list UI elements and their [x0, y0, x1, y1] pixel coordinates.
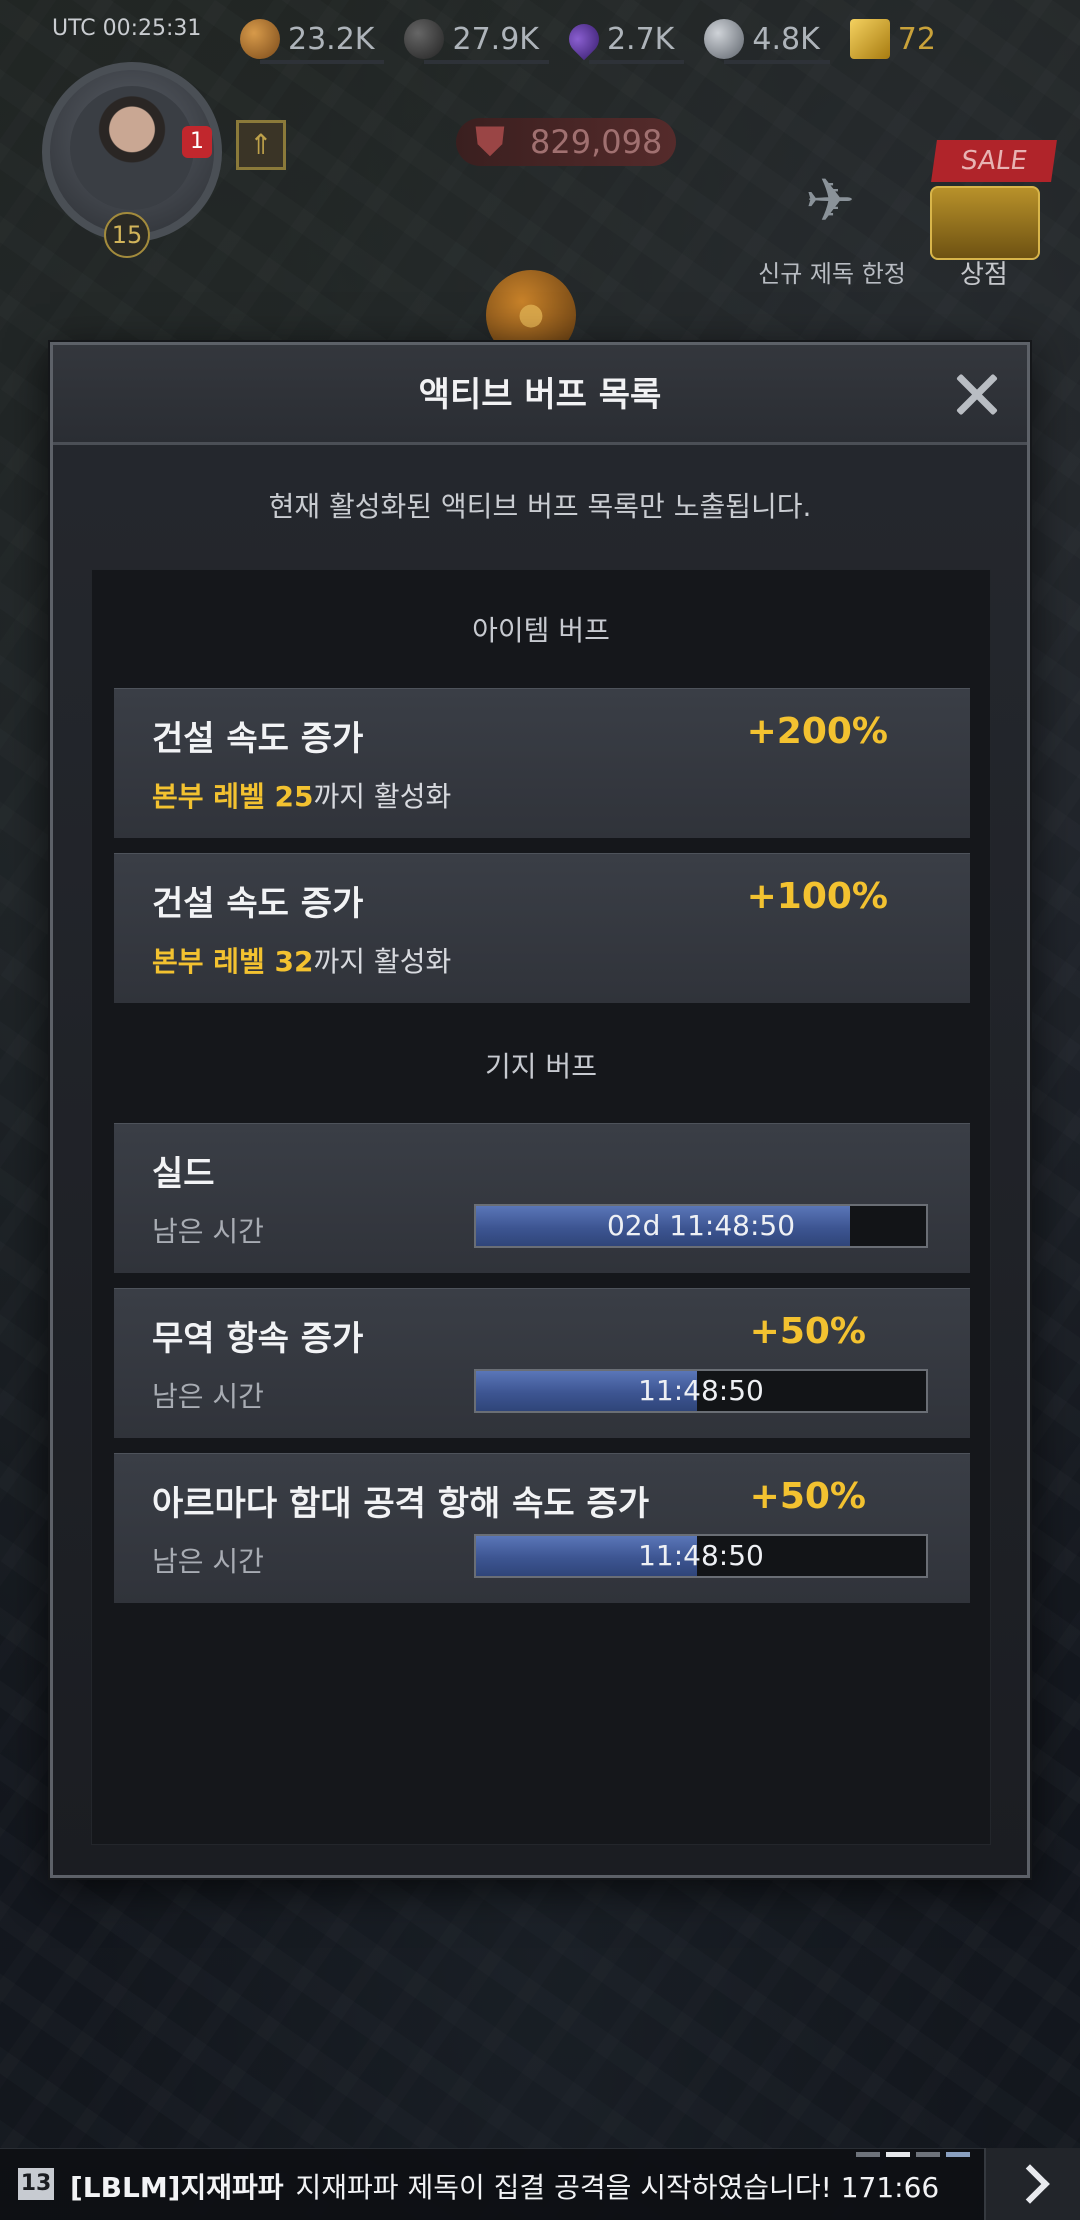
buff-card: 건설 속도 증가 +200% 본부 레벨 25까지 활성화 — [114, 688, 970, 838]
resource-value: 4.8K — [752, 21, 820, 57]
buff-value: +100% — [746, 876, 888, 917]
timer-progress-bar: 02d 11:48:50 — [474, 1204, 928, 1248]
timer-text: 02d 11:48:50 — [606, 1209, 796, 1242]
power-icon: ⛊ — [475, 119, 505, 165]
chat-page-indicator — [856, 2152, 976, 2157]
resource-underline — [724, 60, 830, 64]
resource-gas[interactable]: 2.7K — [562, 14, 685, 64]
close-button[interactable] — [945, 363, 1009, 427]
section-header-item-buff: 아이템 버프 — [92, 600, 990, 662]
chat-sender: [LBLM]지재파파 — [70, 2171, 284, 2204]
buff-name: 무역 항속 증가 — [152, 1319, 364, 1359]
event-label[interactable]: 신규 제독 한정 — [752, 254, 912, 289]
chat-text: 지재파파 제독이 집결 공격을 시작하였습니다! 171:66 — [295, 2171, 940, 2204]
chat-message[interactable]: [LBLM]지재파파 지재파파 제독이 집결 공격을 시작하였습니다! 171:6… — [70, 2166, 939, 2206]
remaining-time-label: 남은 시간 — [152, 1545, 264, 1578]
gold-bars-icon — [849, 19, 890, 59]
chat-sender-level: 13 — [18, 2168, 54, 2200]
notification-badge: 1 — [182, 126, 212, 158]
active-buff-modal: 액티브 버프 목록 현재 활성화된 액티브 버프 목록만 노출됩니다. 아이템 … — [50, 342, 1030, 1878]
section-header-base-buff: 기지 버프 — [92, 1036, 990, 1098]
avatar[interactable] — [70, 86, 194, 210]
condition-text: 까지 활성화 — [313, 780, 452, 813]
buff-name: 건설 속도 증가 — [152, 719, 364, 759]
bread-icon — [240, 19, 280, 59]
timer-text: 11:48:50 — [638, 1539, 764, 1572]
condition-highlight: 본부 레벨 25 — [152, 780, 314, 813]
resource-value: 2.7K — [606, 21, 675, 57]
steel-ball-icon — [704, 19, 745, 59]
buff-value: +200% — [746, 711, 888, 752]
resource-oil[interactable]: 27.9K — [404, 14, 549, 64]
resource-underline — [424, 60, 549, 64]
condition-text: 까지 활성화 — [313, 945, 452, 978]
level-up-arrow-icon[interactable]: ⇑ — [236, 120, 286, 170]
resource-value: 72 — [897, 21, 936, 57]
remaining-time-label: 남은 시간 — [152, 1380, 264, 1413]
buff-name: 아르마다 함대 공격 항해 속도 증가 — [152, 1484, 650, 1524]
section-title: 기지 버프 — [485, 1050, 597, 1083]
buff-value: +50% — [749, 1476, 866, 1517]
resource-underline — [260, 60, 385, 64]
resource-gold[interactable]: 72 — [849, 14, 936, 64]
buff-card: 아르마다 함대 공격 항해 속도 증가 +50% 남은 시간 11:48:50 — [114, 1453, 970, 1603]
buff-list[interactable]: 아이템 버프 건설 속도 증가 +200% 본부 레벨 25까지 활성화 건설 … — [91, 569, 991, 1845]
buff-condition: 본부 레벨 25까지 활성화 — [152, 775, 451, 815]
utc-clock: UTC 00:25:31 — [52, 16, 202, 41]
modal-title: 액티브 버프 목록 — [418, 375, 662, 415]
buff-card: 무역 항속 증가 +50% 남은 시간 11:48:50 — [114, 1288, 970, 1438]
buff-name: 실드 — [152, 1154, 215, 1194]
resource-food[interactable]: 23.2K — [240, 14, 385, 64]
modal-subtitle: 현재 활성화된 액티브 버프 목록만 노출됩니다. — [268, 490, 812, 523]
modal-header: 액티브 버프 목록 — [53, 345, 1027, 445]
section-title: 아이템 버프 — [472, 614, 610, 647]
resource-value: 27.9K — [452, 21, 539, 57]
timer-progress-bar: 11:48:50 — [474, 1369, 928, 1413]
page-dot — [946, 2152, 970, 2157]
buff-card: 건설 속도 증가 +100% 본부 레벨 32까지 활성화 — [114, 853, 970, 1003]
shop-chest-icon[interactable] — [930, 186, 1040, 260]
buff-condition: 본부 레벨 32까지 활성화 — [152, 940, 451, 980]
buff-card: 실드 남은 시간 02d 11:48:50 — [114, 1123, 970, 1273]
timer-text: 11:48:50 — [638, 1374, 764, 1407]
page-dot — [916, 2152, 940, 2157]
gas-drop-icon — [562, 17, 606, 61]
chat-expand-button[interactable] — [984, 2148, 1080, 2220]
resource-value: 23.2K — [288, 21, 375, 57]
timer-progress-bar: 11:48:50 — [474, 1534, 928, 1578]
page-dot — [856, 2152, 880, 2157]
remaining-time-label: 남은 시간 — [152, 1215, 264, 1248]
shop-label[interactable]: 상점 — [960, 254, 1008, 291]
resource-underline — [588, 60, 685, 64]
buff-name: 건설 속도 증가 — [152, 884, 364, 924]
oil-barrel-icon — [404, 19, 445, 59]
page-dot-active — [886, 2152, 910, 2157]
resource-steel[interactable]: 4.8K — [704, 14, 830, 64]
sale-badge: SALE — [931, 140, 1057, 182]
resource-bar: 23.2K 27.9K 2.7K 4.8K 72 — [240, 14, 966, 64]
jet-fighter-icon[interactable]: ✈ — [780, 166, 880, 246]
condition-highlight: 본부 레벨 32 — [152, 945, 314, 978]
commander-level-badge: 15 — [104, 212, 150, 258]
buff-value: +50% — [749, 1311, 866, 1352]
